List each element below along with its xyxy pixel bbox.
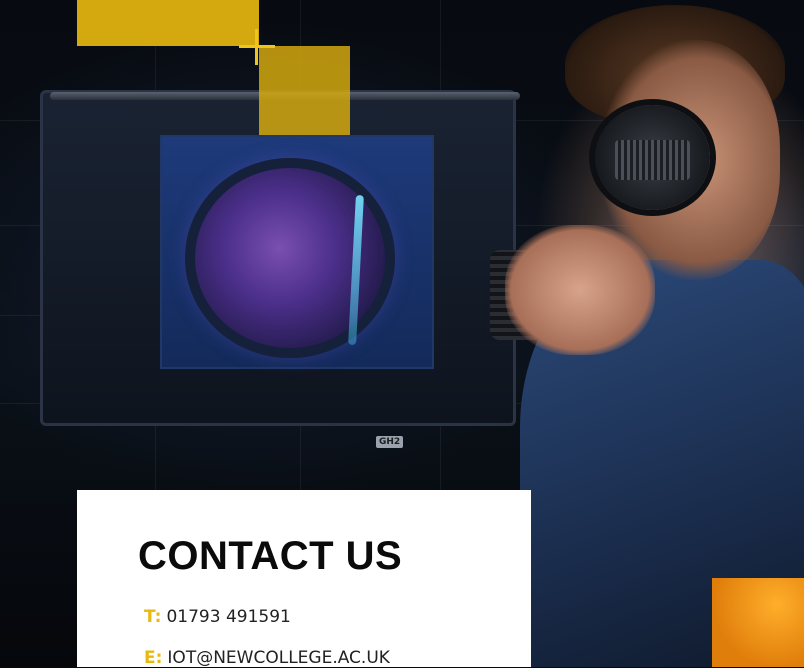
person-hand bbox=[505, 225, 655, 355]
decorative-yellow-square bbox=[259, 46, 350, 135]
contact-email[interactable]: E: IOT@NEWCOLLEGE.AC.UK bbox=[144, 648, 390, 668]
phone-label: T: bbox=[144, 607, 162, 627]
contact-card: CONTACT US T: 01793 491591 E: IOT@NEWCOLLE… bbox=[77, 490, 531, 668]
phone-number[interactable]: 01793 491591 bbox=[166, 607, 290, 627]
decorative-yellow-block bbox=[77, 0, 259, 46]
email-address[interactable]: IOT@NEWCOLLEGE.AC.UK bbox=[167, 648, 390, 668]
contact-title: CONTACT US bbox=[138, 534, 403, 578]
viewfinder-grill bbox=[615, 140, 690, 180]
plus-icon bbox=[255, 29, 258, 65]
decorative-orange-square bbox=[712, 578, 804, 667]
contact-phone[interactable]: T: 01793 491591 bbox=[144, 607, 291, 627]
email-label: E: bbox=[144, 648, 163, 668]
camera-badge: GH2 bbox=[376, 436, 404, 448]
camera-lens bbox=[185, 158, 395, 358]
